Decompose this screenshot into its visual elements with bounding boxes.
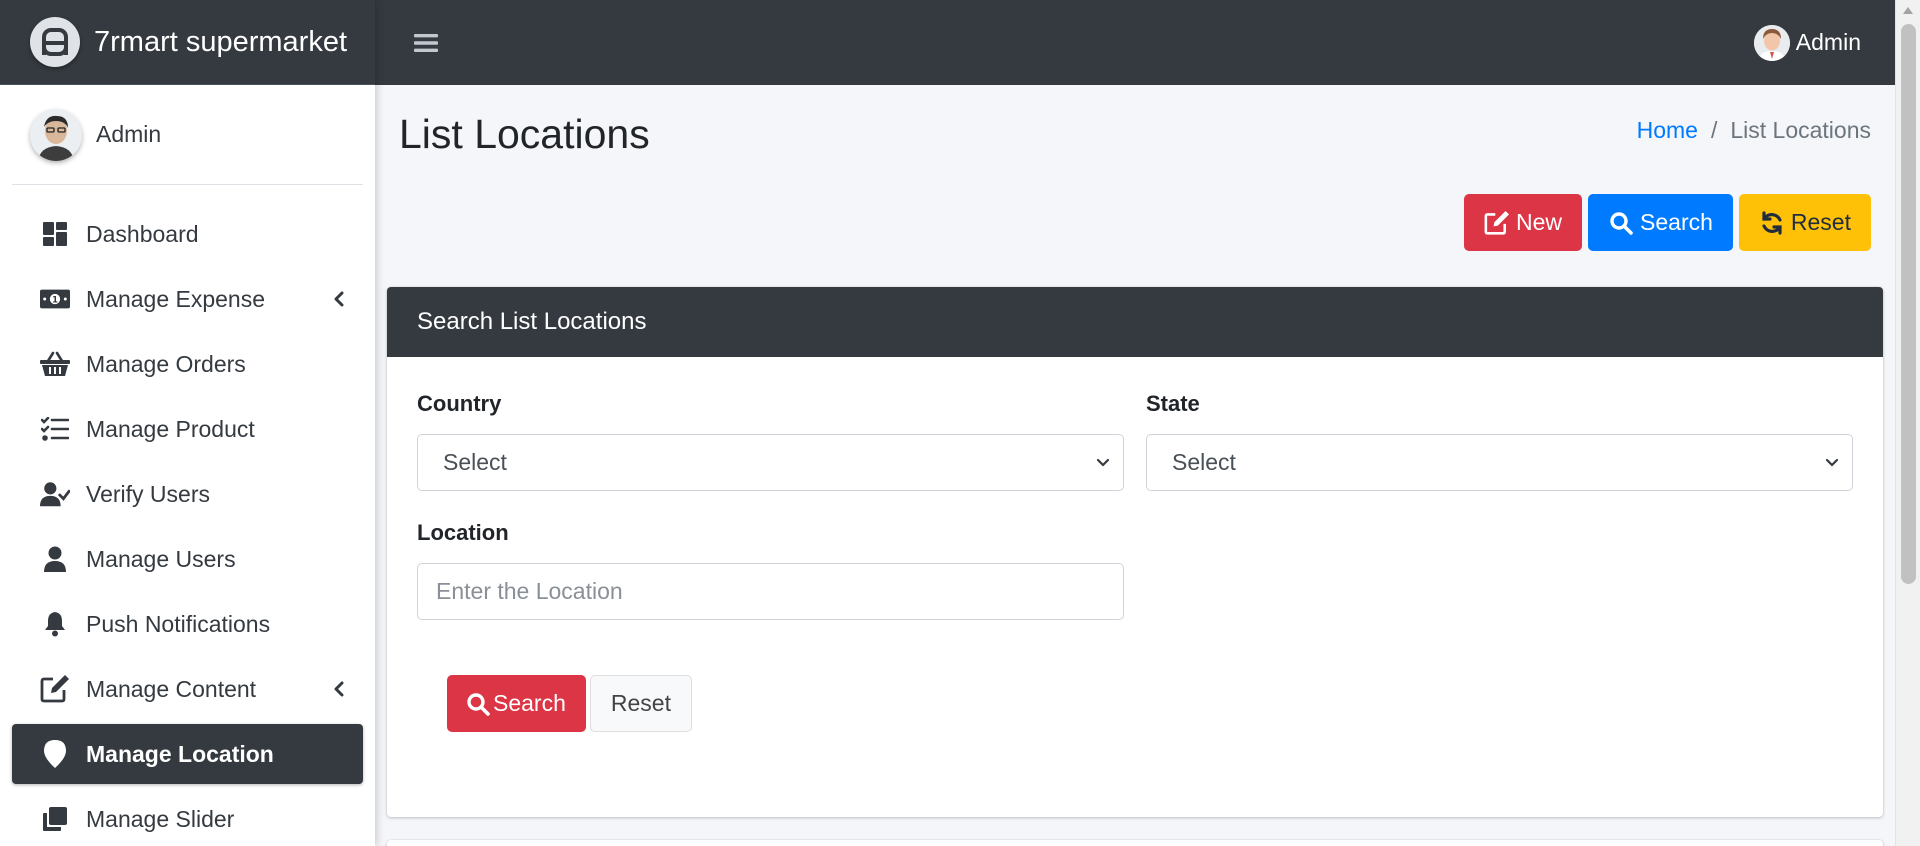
state-select[interactable]: Select: [1146, 434, 1853, 491]
form-reset-button[interactable]: Reset: [589, 675, 692, 732]
location-label: Location: [417, 520, 509, 545]
chevron-left-icon: [329, 679, 349, 699]
sidebar-item-label: Manage Content: [86, 675, 257, 702]
money-bill-icon: 1: [40, 284, 70, 314]
country-label: Country: [417, 391, 502, 416]
reset-button[interactable]: Reset: [1738, 194, 1871, 251]
sidebar-item-manage-expense[interactable]: 1 Manage Expense: [12, 269, 363, 329]
chevron-down-icon: [1824, 455, 1840, 471]
svg-text:1: 1: [52, 294, 58, 304]
navbar-user-avatar: [1753, 24, 1790, 61]
refresh-icon: [1759, 210, 1785, 236]
menu-toggle-icon[interactable]: [409, 26, 443, 60]
sidebar-item-label: Dashboard: [86, 220, 199, 247]
sidebar-item-label: Manage Product: [86, 415, 255, 442]
results-card: [387, 840, 1883, 846]
state-label: State: [1146, 391, 1200, 416]
sidebar-item-manage-orders[interactable]: Manage Orders: [12, 334, 363, 394]
sidebar-item-label: Manage Expense: [86, 285, 266, 312]
search-icon: [465, 691, 491, 717]
navbar-user-menu[interactable]: Admin: [1753, 24, 1861, 61]
country-select-value: Select: [443, 449, 507, 475]
page-title: List Locations: [399, 111, 650, 157]
scrollbar-thumb[interactable]: [1901, 24, 1916, 584]
location-input[interactable]: [417, 563, 1124, 620]
sidebar-item-label: Manage Orders: [86, 350, 246, 377]
form-reset-label: Reset: [610, 690, 671, 716]
sidebar: 7rmart supermarket Admin Dashboard 1 Man…: [0, 0, 375, 846]
sidebar-item-label: Manage Location: [86, 740, 274, 767]
sidebar-user-name: Admin: [96, 121, 162, 147]
country-select[interactable]: Select: [417, 434, 1124, 491]
breadcrumb-home-link[interactable]: Home: [1637, 117, 1698, 144]
edit-icon: [40, 674, 70, 704]
brand-logo-icon: [30, 17, 80, 67]
form-buttons: Search Reset: [447, 675, 692, 732]
user-panel[interactable]: Admin: [12, 85, 363, 185]
form-search-label: Search: [493, 690, 566, 716]
sidebar-item-manage-users[interactable]: Manage Users: [12, 529, 363, 589]
search-button[interactable]: Search: [1588, 194, 1733, 251]
new-button[interactable]: New: [1464, 194, 1583, 251]
sidebar-item-label: Verify Users: [86, 480, 210, 507]
dashboard-icon: [40, 219, 70, 249]
brand-link[interactable]: 7rmart supermarket: [0, 0, 375, 85]
sidebar-item-dashboard[interactable]: Dashboard: [12, 204, 363, 264]
user-avatar: [30, 108, 82, 161]
form-search-button[interactable]: Search: [447, 675, 586, 732]
tasks-list-icon: [40, 414, 70, 444]
sidebar-nav: Dashboard 1 Manage Expense Manage Orders…: [0, 185, 375, 846]
scroll-up-icon[interactable]: [1903, 7, 1913, 14]
shopping-basket-icon: [40, 349, 70, 379]
sidebar-item-verify-users[interactable]: Verify Users: [12, 464, 363, 524]
navbar-user-name: Admin: [1795, 29, 1861, 55]
sidebar-item-push-notifications[interactable]: Push Notifications: [12, 594, 363, 654]
sidebar-item-manage-slider[interactable]: Manage Slider: [12, 789, 363, 846]
search-form: Country Select State Select Location Ent…: [387, 357, 1883, 817]
sidebar-item-manage-product[interactable]: Manage Product: [12, 399, 363, 459]
brand-name: 7rmart supermarket: [94, 25, 348, 58]
sidebar-item-label: Manage Users: [86, 545, 236, 572]
sidebar-item-manage-content[interactable]: Manage Content: [12, 659, 363, 719]
sidebar-item-label: Manage Slider: [86, 805, 235, 832]
search-icon: [1608, 210, 1634, 236]
search-card-title: Search List Locations: [387, 287, 1883, 357]
state-select-value: Select: [1172, 449, 1236, 475]
breadcrumb-separator: /: [1710, 117, 1718, 143]
top-navbar: Admin: [375, 0, 1895, 85]
user-icon: [40, 544, 70, 574]
reset-button-label: Reset: [1790, 209, 1851, 235]
sidebar-item-manage-location[interactable]: Manage Location: [12, 724, 363, 784]
new-button-label: New: [1516, 209, 1563, 235]
chevron-down-icon: [1095, 455, 1111, 471]
main-content: List Locations Home / List Locations New…: [375, 85, 1895, 846]
user-check-icon: [40, 479, 70, 509]
map-marker-icon: [40, 739, 70, 769]
bell-icon: [40, 609, 70, 639]
sidebar-item-label: Push Notifications: [86, 610, 271, 637]
page-scrollbar[interactable]: [1895, 0, 1920, 846]
breadcrumb: Home / List Locations: [1637, 117, 1871, 144]
search-card: Search List Locations Country Select Sta…: [387, 287, 1883, 817]
search-button-label: Search: [1640, 209, 1713, 235]
clone-icon: [40, 804, 70, 834]
edit-icon: [1484, 210, 1510, 236]
chevron-left-icon: [329, 289, 349, 309]
breadcrumb-current: List Locations: [1730, 117, 1871, 143]
action-bar: New Search Reset: [1464, 194, 1871, 251]
